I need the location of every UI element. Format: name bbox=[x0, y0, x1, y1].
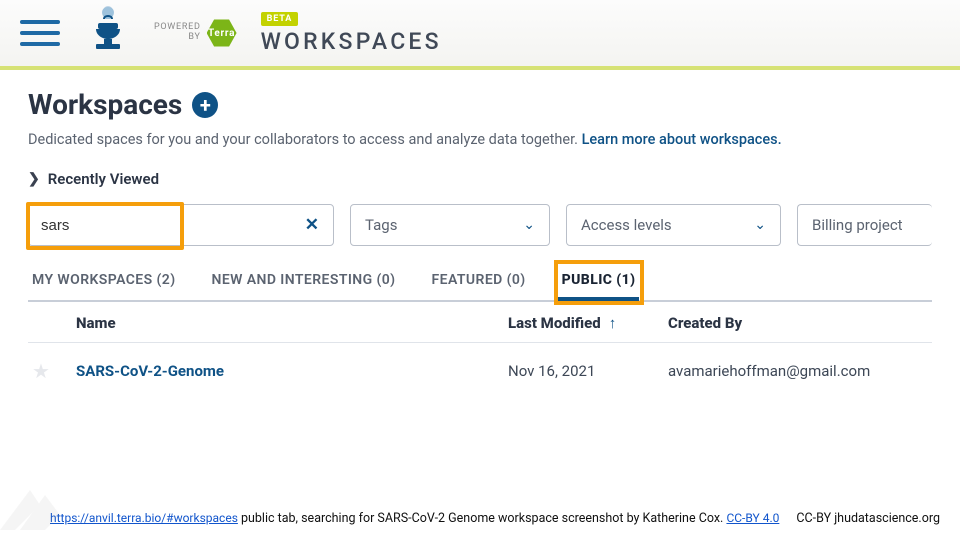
learn-more-link[interactable]: Learn more about workspaces. bbox=[582, 131, 782, 148]
table-header: Name Last Modified ↑ Created By bbox=[28, 302, 932, 343]
beta-badge: BETA bbox=[261, 12, 299, 26]
recently-viewed-toggle[interactable]: ❯ Recently Viewed bbox=[28, 170, 932, 188]
col-last-modified[interactable]: Last Modified ↑ bbox=[508, 314, 668, 332]
col-created-by[interactable]: Created By bbox=[668, 314, 928, 332]
access-label: Access levels bbox=[581, 216, 672, 234]
favorite-star-icon[interactable]: ★ bbox=[32, 359, 76, 383]
table-row: ★SARS-CoV-2-GenomeNov 16, 2021avamarieho… bbox=[28, 343, 932, 393]
search-box: ✕ bbox=[28, 204, 334, 246]
tab-featured[interactable]: FEATURED (0) bbox=[428, 264, 530, 300]
hamburger-menu-button[interactable] bbox=[18, 14, 62, 52]
workspace-tabs: MY WORKSPACES (2) NEW AND INTERESTING (0)… bbox=[28, 264, 932, 302]
recently-viewed-label: Recently Viewed bbox=[48, 170, 159, 188]
caption-text: public tab, searching for SARS-CoV-2 Gen… bbox=[238, 511, 727, 526]
search-input[interactable] bbox=[29, 217, 291, 234]
billing-label: Billing project bbox=[812, 216, 903, 234]
powered-by-terra: POWERED BY Terra bbox=[154, 18, 237, 48]
watermark-icon bbox=[0, 480, 60, 530]
page-subtext: Dedicated spaces for you and your collab… bbox=[28, 131, 932, 148]
filters-row: ✕ Tags ⌄ Access levels ⌄ Billing project bbox=[28, 204, 932, 246]
banner-title: WORKSPACES bbox=[261, 28, 442, 55]
clear-search-button[interactable]: ✕ bbox=[291, 215, 333, 235]
caption-url[interactable]: https://anvil.terra.bio/#workspaces bbox=[50, 511, 238, 525]
plus-icon: + bbox=[200, 95, 211, 115]
terra-badge-text: Terra bbox=[208, 28, 235, 39]
new-workspace-button[interactable]: + bbox=[192, 92, 218, 118]
tags-dropdown[interactable]: Tags ⌄ bbox=[350, 204, 550, 246]
workspace-link[interactable]: SARS-CoV-2-Genome bbox=[76, 362, 508, 380]
terra-hex-icon: Terra bbox=[207, 18, 237, 48]
cc-attribution: CC-BY jhudatascience.org bbox=[796, 511, 940, 526]
chevron-right-icon: ❯ bbox=[28, 171, 40, 187]
cell-modified: Nov 16, 2021 bbox=[508, 362, 668, 380]
tab-new[interactable]: NEW AND INTERESTING (0) bbox=[208, 264, 400, 300]
col-name[interactable]: Name bbox=[76, 314, 508, 332]
powered-label-2: BY bbox=[154, 33, 201, 43]
tags-label: Tags bbox=[365, 216, 397, 234]
anvil-logo bbox=[86, 5, 130, 61]
chevron-down-icon: ⌄ bbox=[523, 217, 535, 233]
page-banner: BETA WORKSPACES bbox=[261, 12, 442, 55]
tab-public[interactable]: PUBLIC (1) bbox=[558, 264, 640, 300]
subtext-body: Dedicated spaces for you and your collab… bbox=[28, 131, 578, 148]
caption-cc-link[interactable]: CC-BY 4.0 bbox=[726, 511, 779, 525]
chevron-down-icon: ⌄ bbox=[754, 217, 766, 233]
tab-my[interactable]: MY WORKSPACES (2) bbox=[28, 264, 180, 300]
page-title: Workspaces bbox=[28, 88, 182, 121]
main-area: Workspaces + Dedicated spaces for you an… bbox=[0, 70, 960, 393]
cell-created-by: avamariehoffman@gmail.com bbox=[668, 362, 928, 380]
access-levels-dropdown[interactable]: Access levels ⌄ bbox=[566, 204, 781, 246]
top-bar: POWERED BY Terra BETA WORKSPACES bbox=[0, 0, 960, 70]
sort-ascending-icon: ↑ bbox=[609, 314, 617, 332]
billing-project-dropdown[interactable]: Billing project bbox=[797, 204, 932, 246]
